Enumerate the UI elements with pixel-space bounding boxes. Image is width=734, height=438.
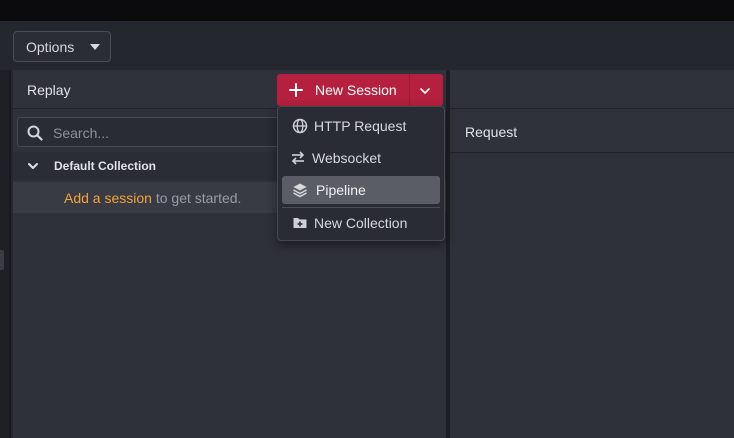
request-panel: Request (450, 70, 734, 438)
globe-icon (292, 118, 308, 134)
new-session-button[interactable]: New Session (277, 74, 443, 106)
options-dropdown-button[interactable]: Options (13, 31, 111, 62)
toolbar: Options (0, 21, 734, 70)
menu-divider (282, 207, 440, 208)
replay-title: Replay (27, 82, 71, 98)
side-rail (0, 70, 11, 438)
add-session-link[interactable]: Add a session (64, 190, 152, 206)
search-icon (27, 125, 43, 141)
menu-item-pipeline[interactable]: Pipeline (282, 176, 440, 204)
caret-down-icon (90, 44, 100, 50)
split-divider (409, 74, 410, 106)
chevron-down-icon[interactable] (419, 85, 431, 97)
request-title: Request (465, 124, 518, 140)
collapsed-panel-handle[interactable] (0, 250, 4, 270)
menu-item-new-collection[interactable]: New Collection (282, 209, 440, 237)
menu-item-label: Websocket (312, 150, 381, 166)
collection-name: Default Collection (54, 159, 157, 173)
arrows-swap-icon (291, 151, 305, 165)
search-box[interactable] (17, 117, 287, 147)
menu-item-http-request[interactable]: HTTP Request (282, 112, 440, 140)
divider (9, 70, 11, 438)
chevron-down-icon[interactable] (27, 160, 39, 172)
search-input[interactable] (53, 123, 278, 143)
folder-plus-icon (293, 218, 307, 228)
plus-icon (289, 83, 303, 97)
title-bar (0, 0, 734, 21)
new-session-label: New Session (315, 82, 397, 98)
menu-item-label: New Collection (314, 215, 408, 231)
options-label: Options (26, 38, 75, 55)
request-header: Request (450, 112, 734, 153)
menu-item-label: Pipeline (316, 182, 366, 198)
menu-item-websocket[interactable]: Websocket (282, 144, 440, 172)
menu-item-label: HTTP Request (314, 118, 407, 134)
request-panel-top-bar (450, 70, 734, 109)
new-session-menu: HTTP Request Websocket Pipeline New Coll… (277, 106, 445, 241)
hint-rest-text: to get started. (151, 190, 242, 206)
hint-text: Add a session to get started. (64, 190, 241, 206)
layers-icon (293, 183, 307, 198)
